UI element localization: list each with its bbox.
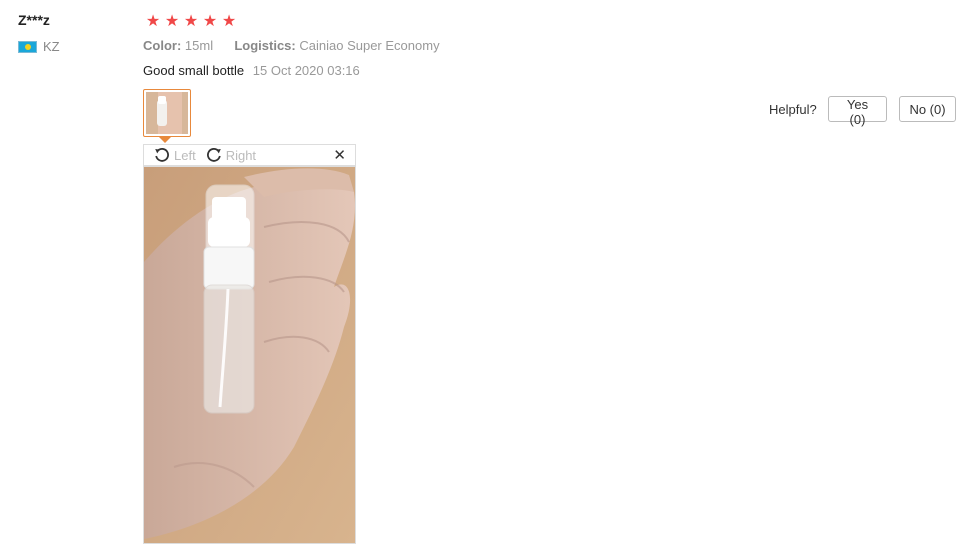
star-icon: ★ <box>145 13 161 30</box>
order-attributes: Color: 15ml Logistics: Cainiao Super Eco… <box>143 38 440 53</box>
star-icon: ★ <box>202 13 218 30</box>
color-value: 15ml <box>184 38 214 53</box>
reviewer-name: Z***z <box>18 12 50 28</box>
rotate-right-button[interactable]: Right <box>206 147 256 163</box>
helpful-no-button[interactable]: No (0) <box>899 96 956 122</box>
rotate-left-button[interactable]: Left <box>154 147 196 163</box>
thumbnail-pointer <box>159 137 171 143</box>
close-icon[interactable]: ✕ <box>333 148 346 163</box>
star-icon: ★ <box>221 13 237 30</box>
logistics-value: Cainiao Super Economy <box>299 38 440 53</box>
star-icon: ★ <box>183 13 199 30</box>
helpful-yes-button[interactable]: Yes (0) <box>828 96 887 127</box>
review-date: 15 Oct 2020 03:16 <box>252 63 360 78</box>
rotate-left-label: Left <box>174 147 196 163</box>
rotate-left-icon <box>155 148 169 162</box>
star-icon: ★ <box>164 13 180 30</box>
review-photo-thumbnail[interactable] <box>143 89 191 137</box>
reviewer-country: KZ <box>18 39 60 54</box>
helpful-label: Helpful? <box>769 102 817 117</box>
star-rating: ★ ★ ★ ★ ★ <box>144 13 238 31</box>
kazakhstan-flag-icon <box>18 40 37 53</box>
country-code: KZ <box>43 39 60 54</box>
photo-viewer-toolbar: Left Right ✕ <box>143 144 356 166</box>
review-photo-large <box>143 166 356 544</box>
review-text: Good small bottle <box>143 63 245 78</box>
color-label: Color: <box>143 38 182 53</box>
rotate-right-label: Right <box>225 147 257 163</box>
rotate-right-icon <box>206 148 221 162</box>
logistics-label: Logistics: <box>234 38 296 53</box>
review-content: Good small bottle 15 Oct 2020 03:16 <box>143 63 360 78</box>
